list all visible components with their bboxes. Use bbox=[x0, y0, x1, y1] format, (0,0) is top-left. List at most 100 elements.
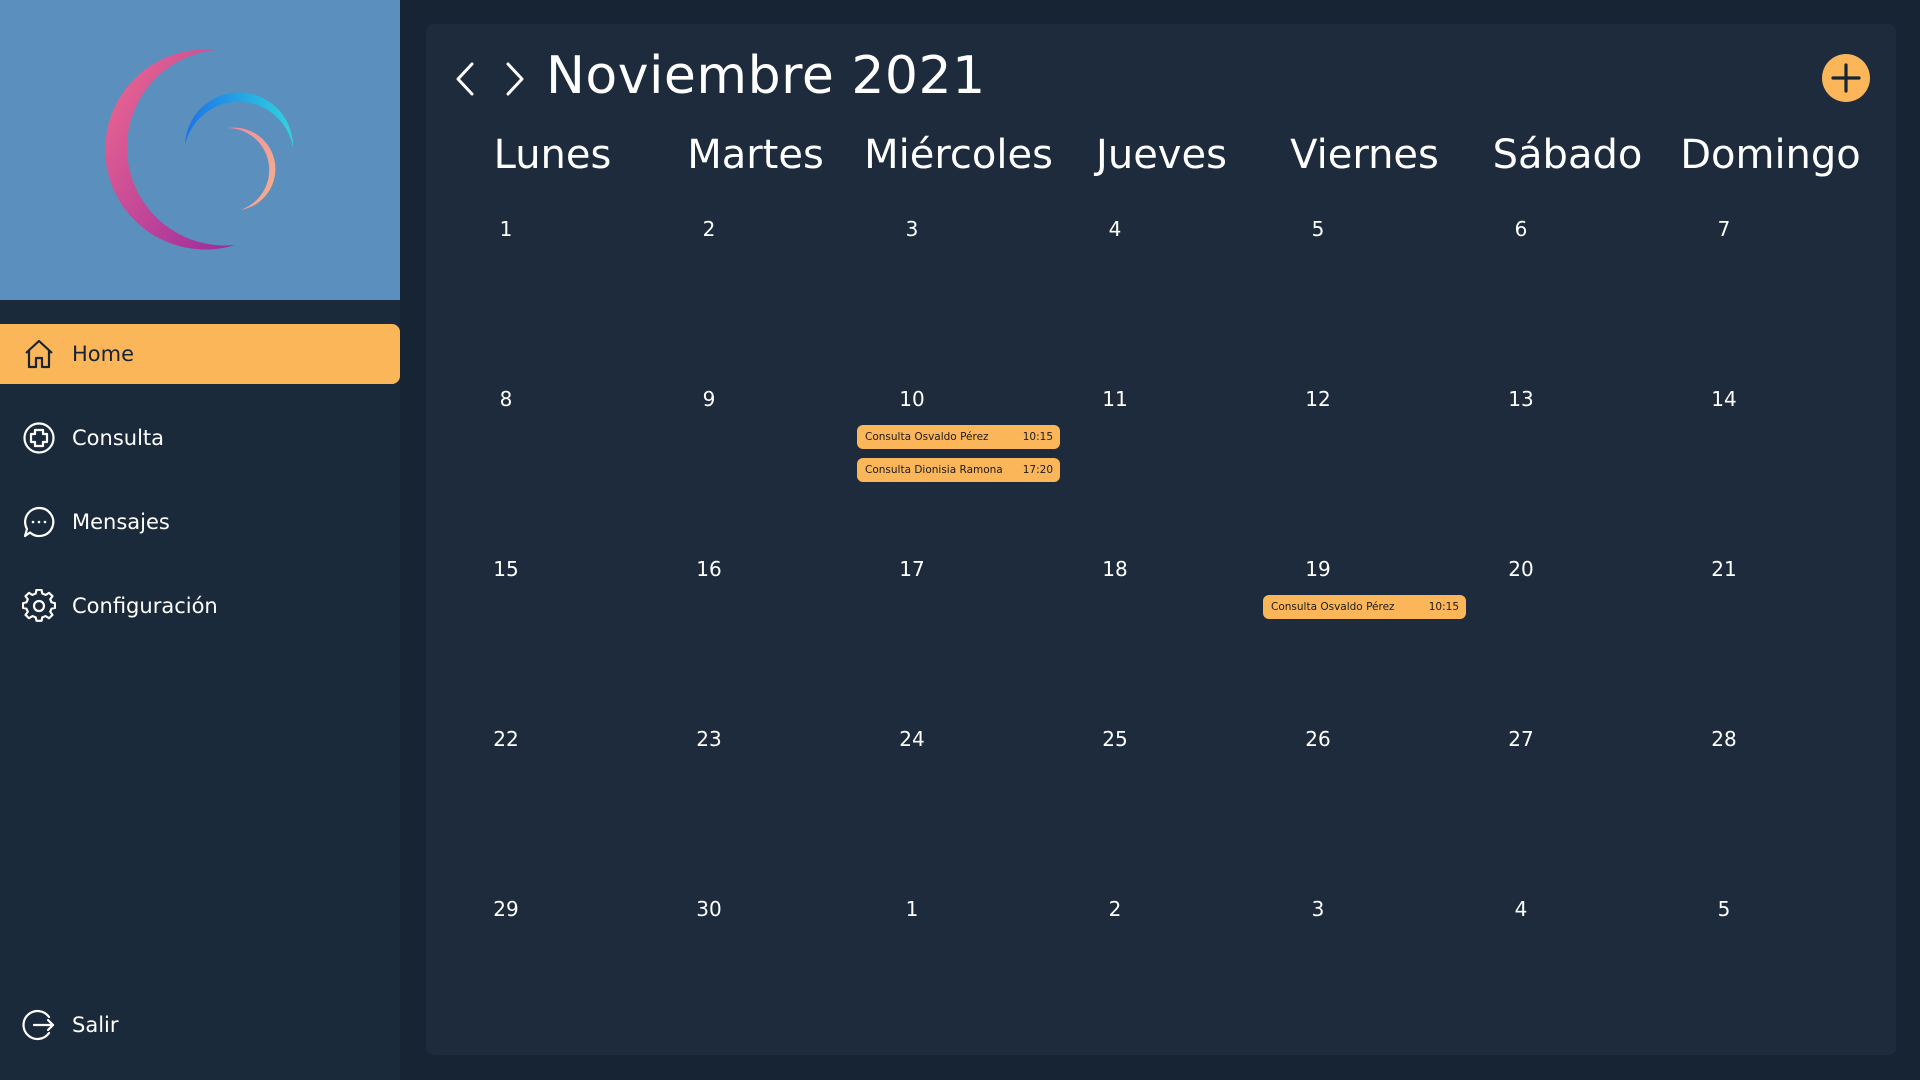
day-number: 5 bbox=[1311, 217, 1325, 241]
day-number: 8 bbox=[499, 387, 513, 411]
chat-bubble-icon bbox=[22, 505, 56, 539]
gear-icon bbox=[21, 588, 57, 623]
day-number: 16 bbox=[696, 557, 722, 581]
day-cell[interactable]: 26 bbox=[1263, 727, 1466, 897]
calendar-header: Noviembre 2021 bbox=[426, 24, 1896, 134]
plus-icon bbox=[1831, 63, 1861, 93]
day-number: 28 bbox=[1711, 727, 1737, 751]
sidebar-item-mensajes[interactable]: Mensajes bbox=[0, 492, 400, 552]
day-cell[interactable]: 27 bbox=[1466, 727, 1669, 897]
sidebar-item-label: Configuración bbox=[72, 594, 218, 618]
weekday-label: Viernes bbox=[1290, 132, 1439, 178]
day-number: 29 bbox=[493, 897, 519, 921]
day-cell[interactable]: 4 bbox=[1466, 897, 1669, 1067]
day-cell[interactable]: 23 bbox=[654, 727, 857, 897]
day-number: 15 bbox=[493, 557, 519, 581]
day-cell[interactable]: 6 bbox=[1466, 217, 1669, 387]
day-cell[interactable]: 30 bbox=[654, 897, 857, 1067]
sidebar-item-configuracion[interactable]: Configuración bbox=[0, 576, 400, 636]
day-number: 11 bbox=[1102, 387, 1128, 411]
day-cell[interactable]: 14 bbox=[1669, 387, 1872, 557]
day-cell[interactable]: 18 bbox=[1060, 557, 1263, 727]
sidebar-item-label: Mensajes bbox=[72, 510, 170, 534]
day-number: 9 bbox=[702, 387, 716, 411]
day-cell[interactable]: 15 bbox=[451, 557, 654, 727]
day-cell[interactable]: 9 bbox=[654, 387, 857, 557]
day-cell[interactable]: 5 bbox=[1669, 897, 1872, 1067]
day-cell[interactable]: 25 bbox=[1060, 727, 1263, 897]
day-cell[interactable]: 29 bbox=[451, 897, 654, 1067]
day-number: 4 bbox=[1108, 217, 1122, 241]
day-cell[interactable]: 21 bbox=[1669, 557, 1872, 727]
event-chip[interactable]: Consulta Dionisia Ramona 17:20 bbox=[857, 458, 1060, 482]
day-cell[interactable]: 17 bbox=[857, 557, 1060, 727]
event-time: 10:15 bbox=[1428, 601, 1459, 613]
event-title: Consulta Osvaldo Pérez bbox=[1271, 601, 1395, 613]
day-number: 1 bbox=[499, 217, 513, 241]
sidebar-item-label: Home bbox=[72, 342, 135, 366]
event-title: Consulta Osvaldo Pérez bbox=[865, 431, 989, 443]
day-number: 12 bbox=[1305, 387, 1331, 411]
day-cell[interactable]: 11 bbox=[1060, 387, 1263, 557]
day-number: 2 bbox=[702, 217, 716, 241]
event-time: 17:20 bbox=[1022, 464, 1053, 476]
sidebar-item-home[interactable]: Home bbox=[0, 324, 400, 384]
day-number: 4 bbox=[1514, 897, 1528, 921]
day-cell[interactable]: 12 bbox=[1263, 387, 1466, 557]
day-number: 17 bbox=[899, 557, 925, 581]
day-cell[interactable]: 7 bbox=[1669, 217, 1872, 387]
day-cell[interactable]: 2 bbox=[654, 217, 857, 387]
day-cell[interactable]: 10 Consulta Osvaldo Pérez 10:15 Consulta Di… bbox=[857, 387, 1060, 557]
day-number: 30 bbox=[696, 897, 722, 921]
previous-month-button[interactable] bbox=[448, 56, 484, 102]
sidebar-item-label: Consulta bbox=[72, 426, 165, 450]
day-number: 3 bbox=[1311, 897, 1325, 921]
calendar-panel: Noviembre 2021 Lunes Martes Miércoles Jueve… bbox=[426, 24, 1896, 1055]
add-event-button[interactable] bbox=[1822, 54, 1870, 102]
app-window: Home Consulta Mensajes Configuración Sal… bbox=[0, 0, 1920, 1080]
day-cell[interactable]: 5 bbox=[1263, 217, 1466, 387]
day-cell[interactable]: 13 bbox=[1466, 387, 1669, 557]
logo-panel bbox=[0, 0, 400, 300]
day-number: 6 bbox=[1514, 217, 1528, 241]
month-title: Noviembre 2021 bbox=[546, 46, 986, 106]
day-number: 10 bbox=[899, 387, 925, 411]
next-month-button[interactable] bbox=[496, 56, 532, 102]
day-number: 1 bbox=[905, 897, 919, 921]
logout-button[interactable]: Salir bbox=[0, 995, 400, 1055]
event-chip[interactable]: Consulta Osvaldo Pérez 10:15 bbox=[1263, 595, 1466, 619]
sidebar-item-consulta[interactable]: Consulta bbox=[0, 408, 400, 468]
plus-circle-icon bbox=[22, 421, 56, 455]
event-title: Consulta Dionisia Ramona bbox=[865, 464, 1003, 476]
event-chip[interactable]: Consulta Osvaldo Pérez 10:15 bbox=[857, 425, 1060, 449]
day-cell[interactable]: 28 bbox=[1669, 727, 1872, 897]
day-number: 3 bbox=[905, 217, 919, 241]
day-cell[interactable]: 20 bbox=[1466, 557, 1669, 727]
day-number: 7 bbox=[1717, 217, 1731, 241]
day-cell[interactable]: 24 bbox=[857, 727, 1060, 897]
day-number: 26 bbox=[1305, 727, 1331, 751]
weekday-label: Miércoles bbox=[864, 132, 1053, 178]
logout-label: Salir bbox=[72, 1013, 119, 1037]
day-number: 23 bbox=[696, 727, 722, 751]
day-number: 27 bbox=[1508, 727, 1534, 751]
weekday-label: Domingo bbox=[1680, 132, 1861, 178]
day-cell[interactable]: 8 bbox=[451, 387, 654, 557]
day-cell[interactable]: 1 bbox=[857, 897, 1060, 1067]
event-time: 10:15 bbox=[1022, 431, 1053, 443]
day-cell[interactable]: 2 bbox=[1060, 897, 1263, 1067]
weekday-label: Sábado bbox=[1492, 132, 1643, 178]
day-cell[interactable]: 1 bbox=[451, 217, 654, 387]
day-number: 19 bbox=[1305, 557, 1331, 581]
day-cell[interactable]: 4 bbox=[1060, 217, 1263, 387]
sidebar: Home Consulta Mensajes Configuración Sal… bbox=[0, 0, 400, 1080]
day-number: 24 bbox=[899, 727, 925, 751]
day-cell[interactable]: 3 bbox=[857, 217, 1060, 387]
day-number: 21 bbox=[1711, 557, 1737, 581]
logout-icon bbox=[22, 1008, 56, 1042]
day-cell[interactable]: 3 bbox=[1263, 897, 1466, 1067]
day-cell[interactable]: 19 Consulta Osvaldo Pérez 10:15 bbox=[1263, 557, 1466, 727]
day-number: 22 bbox=[493, 727, 519, 751]
day-cell[interactable]: 16 bbox=[654, 557, 857, 727]
day-cell[interactable]: 22 bbox=[451, 727, 654, 897]
